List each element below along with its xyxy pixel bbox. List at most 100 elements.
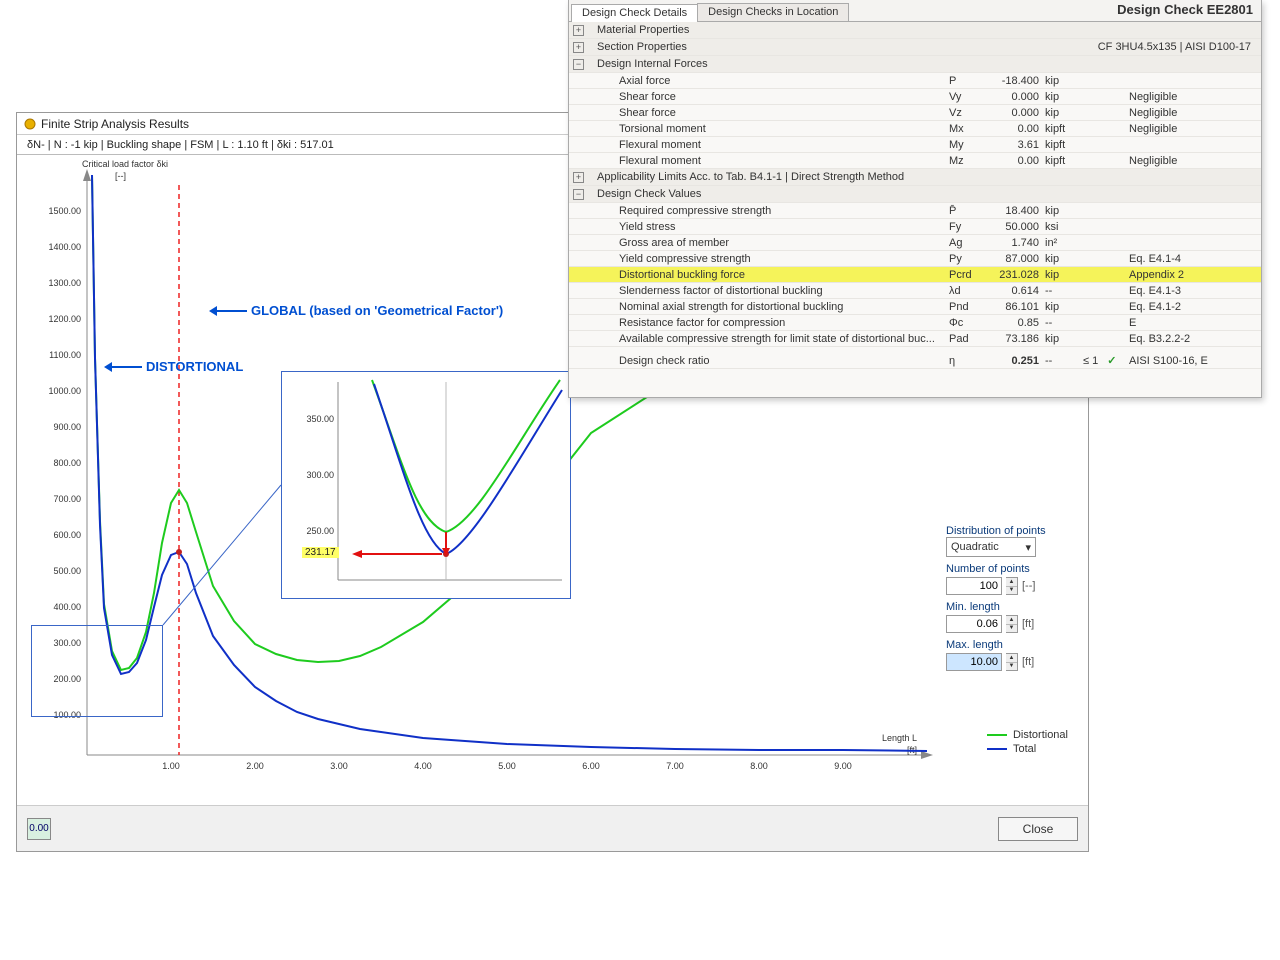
svg-text:350.00: 350.00 (306, 414, 334, 424)
legend-label-total: Total (1013, 743, 1036, 755)
dc-value-row[interactable]: Yield stressFy50.000ksi (569, 219, 1261, 235)
min-stepper[interactable]: ▲▼ (1006, 615, 1018, 633)
dc-param-ref: Negligible (1123, 123, 1245, 135)
max-stepper[interactable]: ▲▼ (1006, 653, 1018, 671)
svg-text:1000.00: 1000.00 (48, 386, 81, 396)
dc-param-unit: kipft (1043, 123, 1083, 135)
svg-text:[--]: [--] (115, 171, 126, 181)
dc-value-row[interactable]: Resistance factor for compressionΦc0.85-… (569, 315, 1261, 331)
dc-group[interactable]: + Applicability Limits Acc. to Tab. B4.1-… (569, 169, 1261, 186)
expand-icon[interactable]: + (573, 172, 584, 183)
dc-param-name: Distortional buckling force (597, 269, 945, 281)
max-length-label: Max. length (946, 639, 1074, 651)
dc-param-value: 0.614 (983, 285, 1043, 297)
svg-text:800.00: 800.00 (53, 458, 81, 468)
distribution-label: Distribution of points (946, 525, 1074, 537)
dc-value-row[interactable]: Shear forceVy0.000kipNegligible (569, 89, 1261, 105)
dc-param-name: Shear force (597, 107, 945, 119)
dc-group[interactable]: +Material Properties (569, 22, 1261, 39)
dc-value-row[interactable]: Axial forceP-18.400kip (569, 73, 1261, 89)
dc-group[interactable]: + Section PropertiesCF 3HU4.5x135 | AISI … (569, 39, 1261, 56)
dc-value-row[interactable]: Available compressive strength for limit… (569, 331, 1261, 347)
dc-value-row[interactable]: Slenderness factor of distortional buckl… (569, 283, 1261, 299)
dc-value-row[interactable]: Gross area of memberAg1.740in² (569, 235, 1261, 251)
dc-param-value: 87.000 (983, 253, 1043, 265)
min-length-input[interactable] (946, 615, 1002, 633)
svg-text:4.00: 4.00 (414, 761, 432, 771)
dc-value-row[interactable]: Required compressive strengthP̄18.400kip (569, 203, 1261, 219)
annotation-global-label: GLOBAL (based on 'Geometrical Factor') (251, 303, 503, 318)
dc-param-unit: in² (1043, 237, 1083, 249)
dc-param-symbol: λd (945, 285, 983, 297)
arrow-left-icon (112, 366, 142, 368)
dc-param-ref: Eq. B3.2.2-2 (1123, 333, 1245, 345)
number-of-points-input[interactable] (946, 577, 1002, 595)
decimals-button[interactable]: 0.00 (27, 818, 51, 840)
dc-param-unit: kipft (1043, 139, 1083, 151)
dc-group-label: Design Check Values (597, 188, 1261, 200)
expand-icon[interactable]: + (573, 42, 584, 53)
legend-label-distortional: Distortional (1013, 729, 1068, 741)
dc-param-name: Required compressive strength (597, 205, 945, 217)
annotation-global: GLOBAL (based on 'Geometrical Factor') (217, 303, 503, 318)
distribution-select[interactable]: Quadratic ▾ (946, 537, 1036, 557)
dc-param-unit: kip (1043, 333, 1083, 345)
close-button[interactable]: Close (998, 817, 1078, 841)
dc-group-label: Section PropertiesCF 3HU4.5x135 | AISI D… (597, 41, 1261, 53)
dc-param-ref: Eq. E4.1-4 (1123, 253, 1245, 265)
dc-value-row[interactable]: Flexural momentMz0.00kipftNegligible (569, 153, 1261, 169)
dc-param-name: Flexural moment (597, 139, 945, 151)
dc-param-ref: Eq. E4.1-3 (1123, 285, 1245, 297)
dc-value-row[interactable]: Torsional momentMx0.00kipft Negligible (569, 121, 1261, 137)
dc-param-unit: -- (1043, 317, 1083, 329)
dc-param-unit: kip (1043, 301, 1083, 313)
dc-param-ref: Negligible (1123, 91, 1245, 103)
dc-param-name: Available compressive strength for limit… (597, 333, 945, 345)
tab-design-checks-location[interactable]: Design Checks in Location (697, 3, 849, 21)
dc-param-value: -18.400 (983, 75, 1043, 87)
dc-value-row[interactable]: Distortional buckling forcePcrd231.028ki… (569, 267, 1261, 283)
inset-chart: 350.00 300.00 250.00 231.17 (281, 371, 571, 599)
dc-value-row[interactable]: Shear forceVz0.000kipNegligible (569, 105, 1261, 121)
dc-group-label: Applicability Limits Acc. to Tab. B4.1-1… (597, 171, 1261, 183)
dc-param-symbol: Pcrd (945, 269, 983, 281)
chevron-down-icon: ▾ (1025, 541, 1031, 554)
dc-param-unit: ksi (1043, 221, 1083, 233)
dc-body[interactable]: +Material Properties+Section PropertiesC… (569, 22, 1261, 397)
arrow-left-icon (217, 310, 247, 312)
dc-param-value: 18.400 (983, 205, 1043, 217)
dc-param-value: 0.00 (983, 123, 1043, 135)
dc-group[interactable]: −Design Internal Forces (569, 56, 1261, 73)
svg-text:1.00: 1.00 (162, 761, 180, 771)
max-length-input[interactable] (946, 653, 1002, 671)
dc-group[interactable]: − Design Check Values (569, 186, 1261, 203)
dc-value-row[interactable]: Yield compressive strengthPy87.000kipEq.… (569, 251, 1261, 267)
svg-text:1100.00: 1100.00 (49, 350, 81, 360)
dc-param-unit: kip (1043, 269, 1083, 281)
svg-text:2.00: 2.00 (246, 761, 264, 771)
expand-icon[interactable]: + (573, 25, 584, 36)
collapse-icon[interactable]: − (573, 59, 584, 70)
inset-min-value: 231.17 (302, 547, 339, 558)
dc-param-unit: kip (1043, 205, 1083, 217)
dc-param-symbol: Mx (945, 123, 983, 135)
number-of-points-label: Number of points (946, 563, 1074, 575)
dc-param-name: Torsional moment (597, 123, 945, 135)
dc-param-unit: kip (1043, 253, 1083, 265)
svg-text:Length L: Length L (882, 733, 917, 743)
dc-param-ref: Negligible (1123, 107, 1245, 119)
dc-param-name: Slenderness factor of distortional buckl… (597, 285, 945, 297)
collapse-icon[interactable]: − (573, 189, 584, 200)
dc-param-unit: kip (1043, 91, 1083, 103)
dc-param-name: Yield compressive strength (597, 253, 945, 265)
dc-param-ref: Appendix 2 (1123, 269, 1245, 281)
svg-text:500.00: 500.00 (53, 566, 81, 576)
zoom-source-box (31, 625, 163, 717)
dc-value-row[interactable]: Flexural momentMy3.61kipft (569, 137, 1261, 153)
tab-design-check-details[interactable]: Design Check Details (571, 4, 698, 22)
number-stepper[interactable]: ▲▼ (1006, 577, 1018, 595)
dc-param-unit: kip (1043, 107, 1083, 119)
design-check-panel: Design Check Details Design Checks in Lo… (568, 0, 1262, 398)
dc-value-row[interactable]: Nominal axial strength for distortional … (569, 299, 1261, 315)
annotation-distortional-label: DISTORTIONAL (146, 359, 243, 374)
